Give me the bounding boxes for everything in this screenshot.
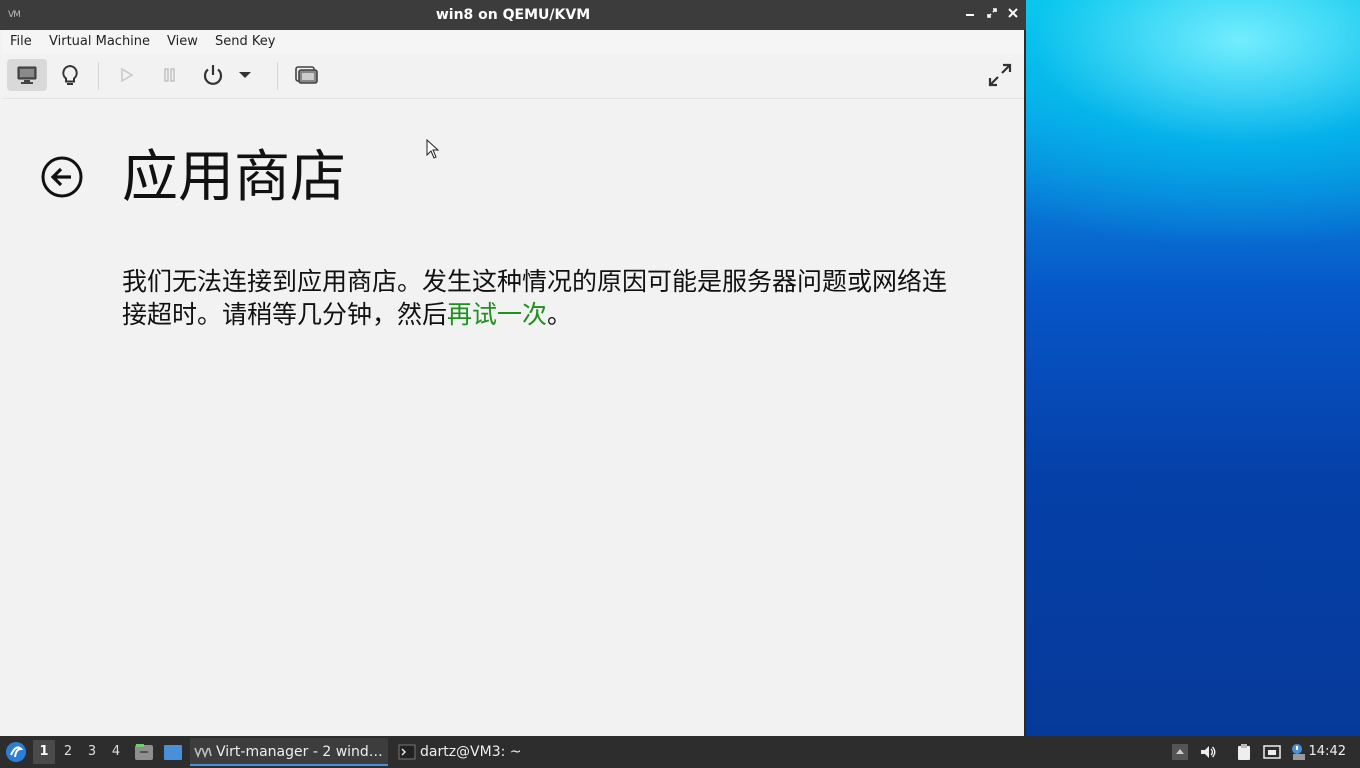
desktop-icon <box>164 745 182 760</box>
virt-viewer-window: VM win8 on QEMU/KVM File Virtual Machine… <box>0 0 1026 736</box>
terminal-icon <box>398 744 416 760</box>
run-icon <box>121 67 134 83</box>
back-arrow-icon <box>41 156 83 198</box>
volume-icon <box>1201 746 1216 758</box>
fullscreen-icon <box>988 63 1012 87</box>
console-icon <box>17 66 37 84</box>
restore-icon <box>987 8 997 18</box>
update-notifier-icon <box>1292 744 1305 760</box>
guest-display[interactable]: 应用商店 我们无法连接到应用商店。发生这种情况的原因可能是服务器问题或网络连接超… <box>2 99 1024 736</box>
workspace-3[interactable]: 3 <box>81 740 103 764</box>
menu-view[interactable]: View <box>167 30 198 54</box>
retry-link[interactable]: 再试一次 <box>447 300 547 329</box>
power-icon <box>203 65 223 85</box>
file-manager-icon <box>135 744 153 760</box>
clipboard-button[interactable] <box>1235 743 1253 761</box>
virt-manager-icon <box>194 747 212 759</box>
toolbar-separator <box>98 62 99 90</box>
toolbar <box>2 54 1024 99</box>
network-wired-icon <box>1263 745 1281 759</box>
page-title: 应用商店 <box>122 145 346 210</box>
back-button[interactable] <box>40 155 84 199</box>
close-icon <box>1008 8 1018 18</box>
shutdown-menu-arrow-icon <box>239 72 251 78</box>
menu-send-key[interactable]: Send Key <box>215 30 275 54</box>
workspace-1[interactable]: 1 <box>33 740 55 764</box>
power-button[interactable] <box>193 59 233 91</box>
distro-logo-icon <box>6 742 26 762</box>
details-lightbulb-icon <box>62 64 78 85</box>
task-label: Virt-manager - 2 wind… <box>216 744 383 760</box>
error-message-end: 。 <box>547 300 573 329</box>
show-desktop-button[interactable] <box>162 742 184 762</box>
file-manager-launcher[interactable] <box>133 742 155 762</box>
start-menu-button[interactable] <box>4 740 28 764</box>
clipboard-icon <box>1238 744 1250 760</box>
task-label: dartz@VM3: ~ <box>420 744 522 760</box>
network-button[interactable] <box>1263 743 1281 761</box>
snapshots-icon <box>295 66 318 84</box>
details-button[interactable] <box>50 59 90 91</box>
workspace-2[interactable]: 2 <box>57 740 79 764</box>
fullscreen-button[interactable] <box>980 59 1020 91</box>
run-button[interactable] <box>106 59 146 91</box>
error-message: 我们无法连接到应用商店。发生这种情况的原因可能是服务器问题或网络连接超时。请稍等… <box>122 265 952 331</box>
chevron-up-icon <box>1172 744 1188 760</box>
menubar: File Virtual Machine View Send Key <box>2 30 1024 54</box>
maximize-button[interactable] <box>984 7 1000 23</box>
menu-virtual-machine[interactable]: Virtual Machine <box>49 30 150 54</box>
toolbar-separator <box>277 62 278 90</box>
window-title: win8 on QEMU/KVM <box>435 7 591 23</box>
snapshots-button[interactable] <box>286 59 326 91</box>
console-button[interactable] <box>7 59 47 91</box>
menu-file[interactable]: File <box>10 30 32 54</box>
workspace-4[interactable]: 4 <box>105 740 127 764</box>
task-virt-manager[interactable]: Virt-manager - 2 wind… <box>190 738 388 766</box>
minimize-button[interactable] <box>962 7 978 23</box>
close-button[interactable] <box>1005 7 1021 23</box>
window-titlebar[interactable]: VM win8 on QEMU/KVM <box>0 0 1026 30</box>
updates-button[interactable] <box>1289 743 1307 761</box>
minimize-icon <box>966 14 974 16</box>
tray-expand-button[interactable] <box>1171 743 1189 761</box>
pause-icon <box>164 68 175 82</box>
task-terminal[interactable]: dartz@VM3: ~ <box>394 738 544 766</box>
clock[interactable]: 14:42 <box>1309 736 1346 768</box>
shutdown-menu-button[interactable] <box>232 59 258 91</box>
volume-button[interactable] <box>1199 743 1217 761</box>
pause-button[interactable] <box>150 59 190 91</box>
mouse-pointer-icon <box>426 139 440 159</box>
taskbar: 1 2 3 4 Virt-manager - 2 wind… dartz@VM3… <box>0 736 1360 768</box>
